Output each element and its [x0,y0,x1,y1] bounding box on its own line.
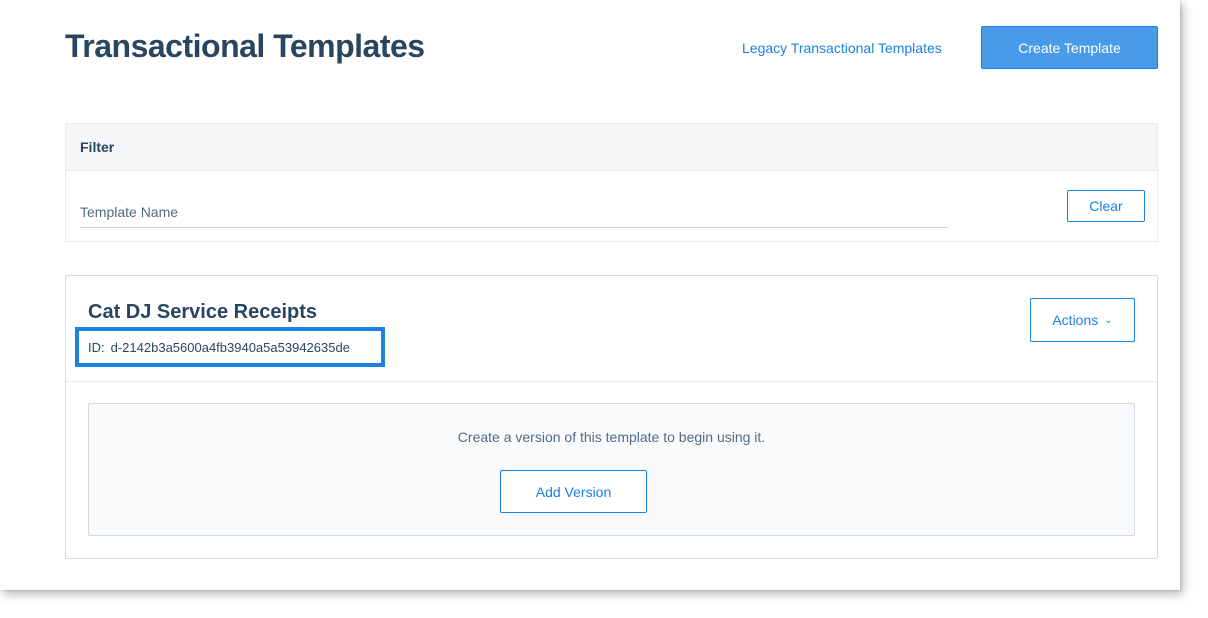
clear-button[interactable]: Clear [1067,190,1145,222]
empty-version-state: Create a version of this template to beg… [88,403,1135,536]
template-id-label: ID: [88,340,105,355]
create-template-button[interactable]: Create Template [981,26,1158,69]
template-name-input[interactable]: Template Name [80,204,949,228]
chevron-down-icon: ⌄ [1104,314,1113,326]
card-divider [66,381,1157,382]
actions-button-label: Actions [1052,312,1099,328]
template-card: Cat DJ Service Receipts ID: d-2142b3a5600… [65,275,1158,559]
empty-version-message: Create a version of this template to beg… [457,429,766,445]
actions-dropdown-button[interactable]: Actions ⌄ [1030,298,1135,342]
template-name: Cat DJ Service Receipts [88,301,318,323]
template-id: ID: d-2142b3a5600a4fb3940a5a53942635de [88,340,350,355]
screenshot-canvas: Transactional Templates Legacy Transacti… [0,0,1208,618]
filter-panel: Filter Template Name Clear [65,123,1158,242]
page-title: Transactional Templates [65,28,425,64]
template-id-value: d-2142b3a5600a4fb3940a5a53942635de [110,340,350,355]
filter-heading: Filter [66,124,1157,171]
templates-page: Transactional Templates Legacy Transacti… [0,0,1180,590]
add-version-button[interactable]: Add Version [500,470,647,513]
legacy-templates-link[interactable]: Legacy Transactional Templates [742,40,942,56]
